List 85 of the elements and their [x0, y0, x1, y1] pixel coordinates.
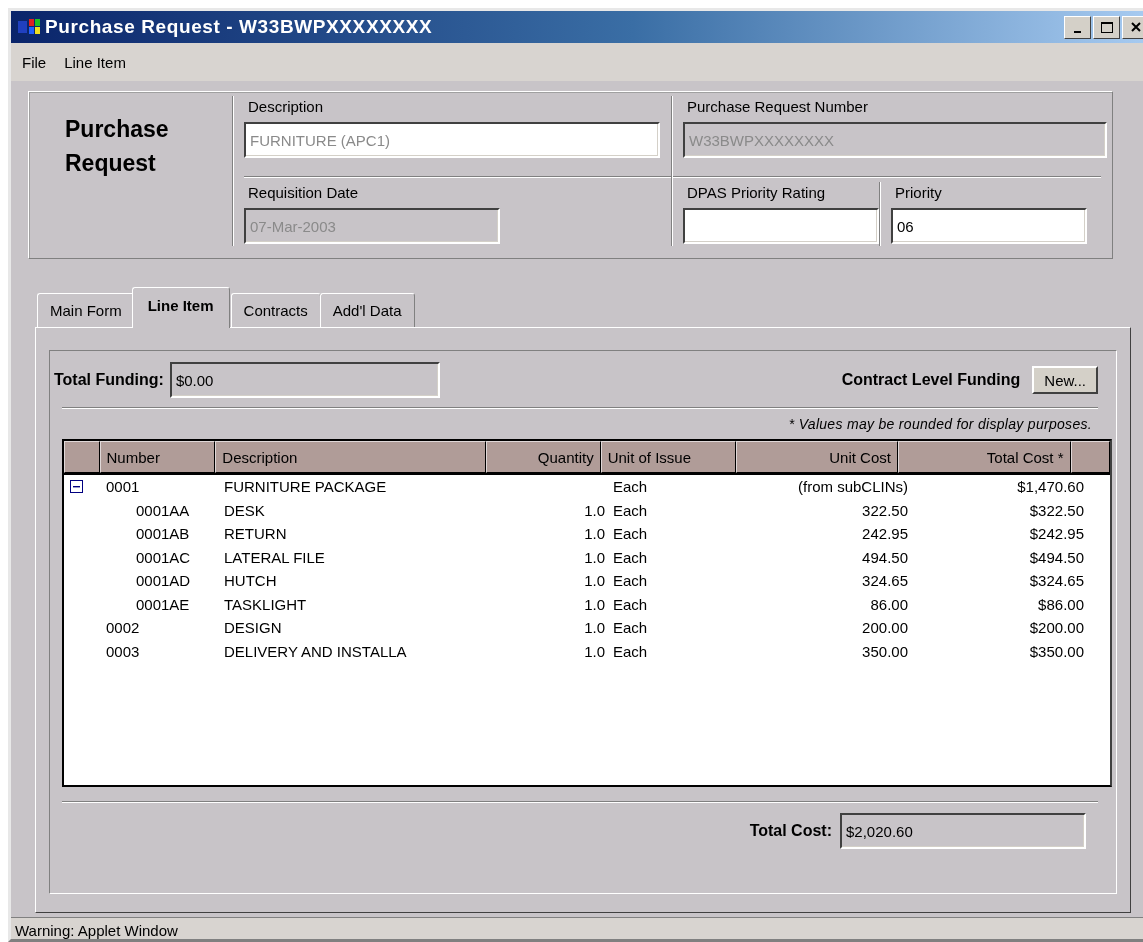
table-cell: TASKLIGHT [224, 595, 307, 613]
table-cell: DESIGN [224, 619, 282, 637]
table-cell: 1.0 [584, 525, 605, 543]
table-cell: 1.0 [584, 642, 605, 660]
maximize-icon [1099, 20, 1114, 34]
tab[interactable]: Add'l Data [319, 293, 415, 327]
close-button[interactable] [1122, 15, 1143, 39]
section-label: Contract Level Funding [841, 371, 1021, 389]
table-cell: $324.65 [1029, 572, 1084, 590]
field-label: Total Cost: [749, 822, 832, 840]
table-cell: 86.00 [870, 595, 908, 613]
minimize-button[interactable] [1064, 15, 1091, 39]
collapse-icon[interactable] [70, 480, 83, 494]
table-cell: Each [613, 478, 648, 496]
table-cell: 0001AB [136, 525, 190, 543]
minimize-icon [1074, 31, 1081, 33]
table-cell: LATERAL FILE [224, 548, 325, 566]
table-cell: Each [613, 619, 648, 637]
table-cell: Each [613, 501, 648, 519]
header-cell [64, 441, 100, 473]
tab[interactable]: Main Form [37, 293, 135, 327]
table-cell: HUTCH [224, 572, 277, 590]
table-cell: 1.0 [584, 572, 605, 590]
column-header[interactable]: Quantity [485, 441, 601, 473]
table-cell: $242.95 [1029, 525, 1084, 543]
column-header[interactable]: Total Cost * [897, 441, 1071, 473]
table-cell: 322.50 [862, 501, 908, 519]
field-label: DPAS Priority Rating [686, 184, 827, 203]
table-cell: RETURN [224, 525, 287, 543]
table-cell: 200.00 [862, 619, 908, 637]
window-title: Purchase Request - W33BWPXXXXXXXX [45, 16, 434, 38]
table-cell: $1,470.60 [1017, 478, 1084, 496]
table-cell: 1.0 [584, 595, 605, 613]
table-cell: Each [613, 642, 648, 660]
header-cell [1070, 441, 1110, 473]
table-cell: 324.65 [862, 572, 908, 590]
table-cell: 1.0 [584, 619, 605, 637]
table-cell: DESK [224, 501, 265, 519]
table-cell: (from subCLINs) [797, 478, 908, 496]
column-header[interactable]: Number [99, 441, 216, 473]
maximize-button[interactable] [1093, 15, 1120, 39]
table-cell: 0001AE [136, 595, 190, 613]
table-cell: 242.95 [862, 525, 908, 543]
field-label: Purchase Request Number [686, 98, 869, 117]
new-button[interactable]: New... [1032, 366, 1098, 394]
tab[interactable]: Contracts [230, 293, 321, 327]
text-field[interactable]: 06 [891, 208, 1087, 244]
field-label: Description [247, 98, 325, 117]
status-text: Warning: Applet Window [15, 922, 178, 939]
table-cell: 0003 [106, 642, 140, 660]
table-cell: 0001AA [136, 501, 190, 519]
table-cell: 1.0 [584, 548, 605, 566]
table-cell: $86.00 [1038, 595, 1084, 613]
field-label: Total Funding: [54, 371, 164, 389]
menu-item[interactable]: Line Item [55, 53, 135, 71]
text-field[interactable] [683, 208, 879, 244]
table-cell: DELIVERY AND INSTALLA [224, 642, 407, 660]
table-cell: 0001 [106, 478, 140, 496]
column-header[interactable]: Unit Cost [736, 441, 898, 473]
table-cell: 0002 [106, 619, 140, 637]
close-icon [1129, 21, 1142, 33]
table-cell: Each [613, 572, 648, 590]
table-cell: Each [613, 548, 648, 566]
field-label: Requisition Date [247, 184, 360, 203]
column-header[interactable]: Description [215, 441, 486, 473]
table-cell: Each [613, 595, 648, 613]
column-header[interactable]: Unit of Issue [600, 441, 737, 473]
table-cell: 0001AD [136, 572, 191, 590]
table-cell: $322.50 [1029, 501, 1084, 519]
field-label: Priority [894, 184, 943, 203]
menu-item[interactable]: File [13, 53, 56, 71]
table-cell: $494.50 [1029, 548, 1084, 566]
table-cell: 350.00 [862, 642, 908, 660]
tab[interactable]: Line Item [131, 287, 230, 328]
footnote: * Values may be rounded for display purposes. [787, 415, 1093, 434]
table-cell: FURNITURE PACKAGE [224, 478, 387, 496]
table-cell: $200.00 [1029, 619, 1084, 637]
form-title: Purchase Request [64, 115, 170, 178]
table-cell: 0001AC [136, 548, 191, 566]
text-field[interactable]: FURNITURE (APC1) [244, 122, 660, 158]
table-cell: 1.0 [584, 501, 605, 519]
table-cell: $350.00 [1029, 642, 1084, 660]
app-icon [17, 17, 41, 37]
table-cell: 494.50 [862, 548, 908, 566]
table-cell: Each [613, 525, 648, 543]
